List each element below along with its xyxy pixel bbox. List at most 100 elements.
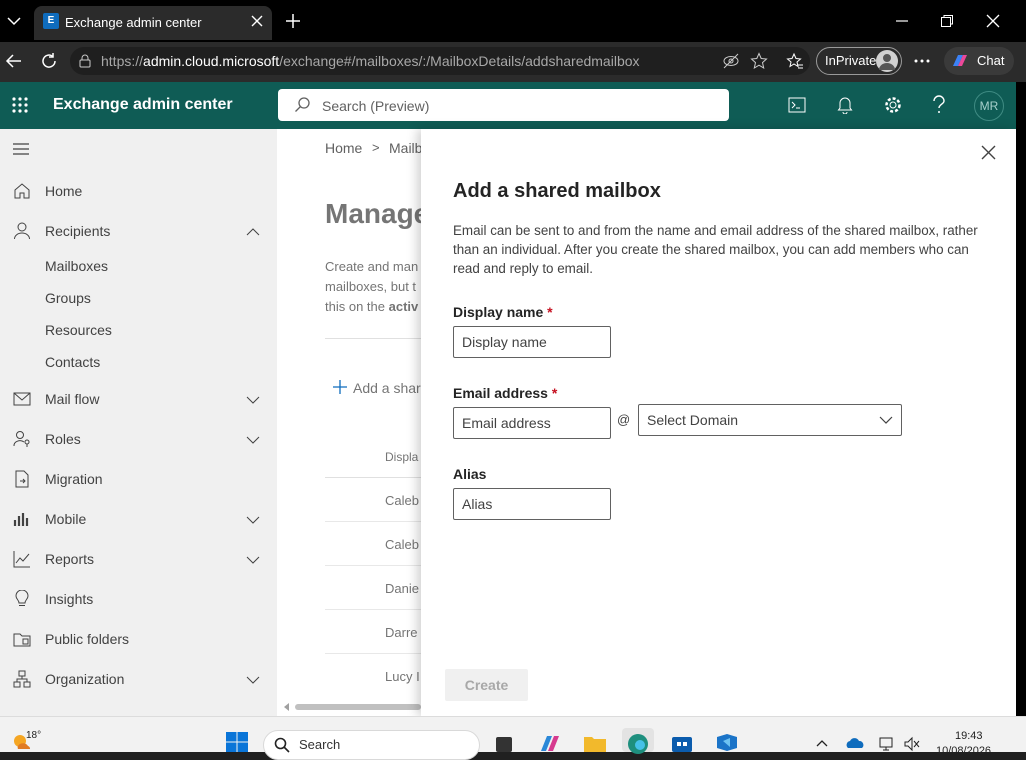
cloud-shell-button[interactable] (788, 97, 806, 113)
taskbar-search[interactable] (263, 730, 480, 760)
onedrive-icon[interactable] (845, 737, 865, 749)
line-chart-icon (13, 551, 30, 568)
favorite-star-icon[interactable] (750, 52, 768, 70)
org-chart-icon (13, 670, 31, 688)
store-icon[interactable] (671, 734, 693, 752)
sidebar-item-label: Reports (45, 551, 95, 567)
plus-icon (286, 14, 300, 28)
tab-close-button[interactable] (250, 14, 264, 28)
sidebar-item-label: Insights (45, 591, 94, 607)
close-window-button[interactable] (986, 14, 1000, 28)
restore-button[interactable] (940, 14, 954, 28)
tab-list-button[interactable] (4, 12, 24, 30)
sidebar-item-groups[interactable]: Groups (45, 290, 91, 306)
alias-input[interactable]: Alias (453, 488, 611, 520)
sidebar-item-contacts[interactable]: Contacts (45, 354, 100, 370)
add-button-label: Add a shar (353, 380, 421, 396)
edge-browser-icon[interactable] (622, 728, 654, 754)
refresh-icon (42, 53, 56, 68)
folder-icon (13, 633, 31, 647)
email-address-input[interactable]: Email address (453, 407, 611, 439)
clock-date[interactable]: 10/08/2026 (936, 745, 991, 757)
start-button[interactable] (226, 732, 248, 752)
taskbar (0, 716, 1026, 752)
display-name-label: Display name * (453, 304, 553, 320)
azure-data-studio-icon[interactable] (715, 733, 739, 751)
table-row[interactable]: Darre (385, 625, 418, 640)
search-placeholder: Search (Preview) (322, 98, 430, 114)
sidebar-item-label: Public folders (45, 631, 130, 647)
bell-icon (837, 97, 853, 114)
sidebar-item-insights[interactable]: Insights (0, 585, 277, 615)
chevron-down-icon (246, 676, 260, 684)
divider (325, 565, 421, 566)
app-launcher-button[interactable] (12, 97, 28, 113)
sidebar-item-migration[interactable]: Migration (0, 465, 277, 495)
domain-select[interactable]: Select Domain (638, 404, 902, 436)
sidebar-item-organization[interactable]: Organization (0, 665, 277, 695)
mail-icon (13, 392, 31, 406)
breadcrumb-separator: > (372, 140, 380, 155)
chevron-down-icon (246, 436, 260, 444)
user-avatar[interactable]: MR (974, 91, 1004, 121)
display-name-input[interactable]: Display name (453, 326, 611, 358)
site-info-icon[interactable] (78, 54, 92, 68)
minimize-button[interactable] (895, 14, 909, 28)
ellipsis-icon (914, 59, 930, 63)
chevron-down-icon (246, 516, 260, 524)
file-explorer-icon[interactable] (583, 735, 607, 752)
restore-icon (941, 15, 953, 27)
hamburger-icon (13, 143, 29, 155)
search-icon (294, 97, 310, 113)
sidebar-item-recipients[interactable]: Recipients (0, 217, 277, 247)
sidebar-item-public-folders[interactable]: Public folders (0, 625, 277, 655)
sidebar-item-roles[interactable]: Roles (0, 425, 277, 455)
weather-temperature: 18° (26, 730, 42, 741)
sidebar: Home Recipients Mailboxes Groups Resourc… (0, 129, 277, 716)
sidebar-item-home[interactable]: Home (0, 177, 277, 207)
copilot-app-icon[interactable] (538, 734, 562, 752)
sidebar-item-resources[interactable]: Resources (45, 322, 112, 338)
tracking-prevention-icon[interactable] (722, 53, 740, 69)
network-icon[interactable] (878, 736, 896, 752)
breadcrumb-home[interactable]: Home (325, 140, 362, 156)
add-shared-mailbox-button[interactable]: Add a shar (332, 378, 421, 398)
notifications-button[interactable] (837, 96, 853, 114)
table-row[interactable]: Danie (385, 581, 419, 596)
sidebar-collapse-button[interactable] (12, 142, 30, 156)
table-row[interactable]: Caleb (385, 493, 419, 508)
sidebar-item-mailboxes[interactable]: Mailboxes (45, 258, 108, 274)
clock-time[interactable]: 19:43 (955, 730, 983, 742)
sidebar-item-mobile[interactable]: Mobile (0, 505, 277, 535)
create-button[interactable]: Create (445, 669, 528, 701)
alias-label: Alias (453, 466, 487, 482)
task-view-icon[interactable] (496, 737, 512, 752)
help-button[interactable] (932, 95, 946, 115)
settings-button[interactable] (884, 96, 902, 114)
favorites-icon[interactable] (786, 52, 804, 70)
person-icon (14, 222, 30, 240)
panel-close-button[interactable] (981, 145, 996, 160)
sidebar-item-reports[interactable]: Reports (0, 545, 277, 575)
divider (325, 521, 421, 522)
back-button[interactable] (4, 53, 22, 69)
horizontal-scrollbar[interactable] (283, 703, 421, 711)
plus-icon (333, 380, 347, 394)
inprivate-label: InPrivate (825, 53, 877, 68)
divider (325, 338, 421, 339)
new-tab-button[interactable] (284, 12, 302, 30)
refresh-button[interactable] (40, 52, 58, 70)
volume-muted-icon[interactable] (903, 736, 921, 752)
sidebar-item-mail-flow[interactable]: Mail flow (0, 385, 277, 415)
waffle-icon (12, 97, 28, 113)
email-address-label: Email address * (453, 385, 558, 401)
table-row[interactable]: Lucy I (385, 669, 420, 684)
page-title: Manage (325, 198, 430, 229)
more-options-button[interactable] (914, 58, 930, 64)
exchange-favicon-icon: E (43, 13, 59, 29)
column-header-display-name: Displa (385, 450, 419, 464)
table-row[interactable]: Caleb (385, 537, 419, 552)
close-icon (251, 15, 263, 27)
show-hidden-icons-button[interactable] (816, 739, 828, 747)
sidebar-item-label: Organization (45, 671, 125, 687)
